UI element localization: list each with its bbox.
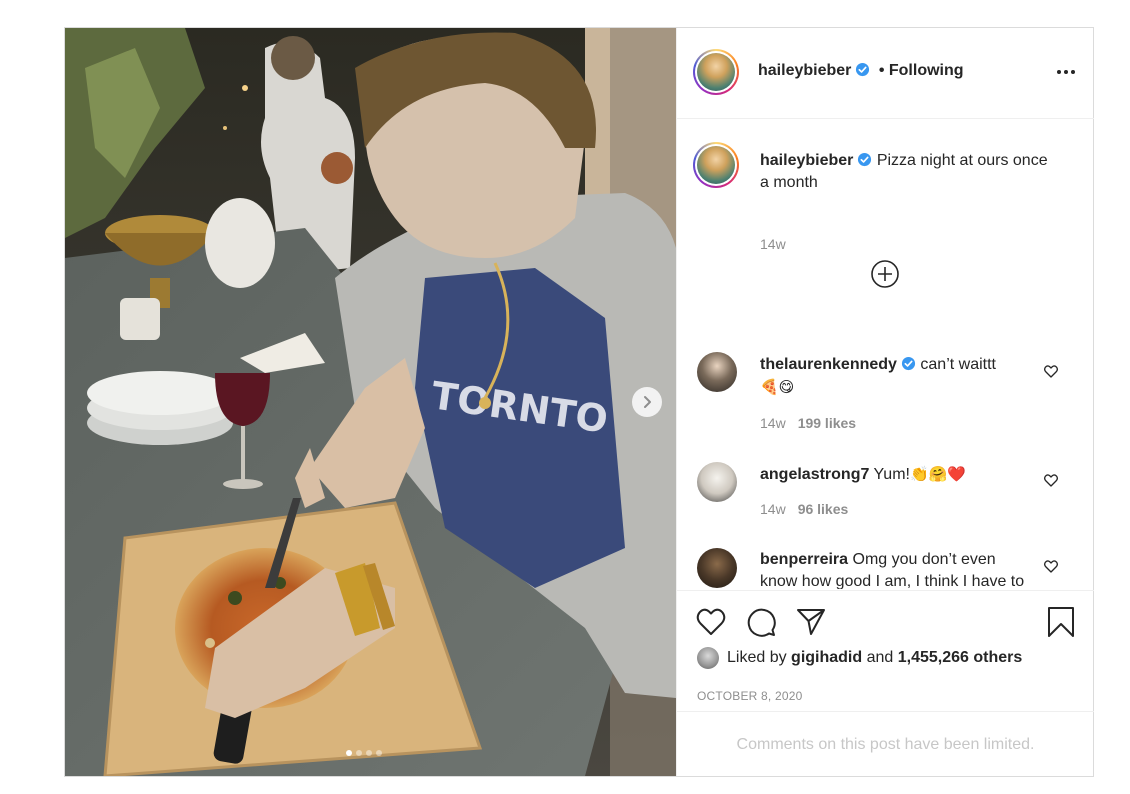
- following-status[interactable]: • Following: [879, 62, 964, 79]
- post-actions: Liked by gigihadid and 1,455,266 others …: [677, 590, 1094, 777]
- photo-illustration: TORNTO: [65, 28, 676, 776]
- share-icon[interactable]: [795, 606, 827, 638]
- comment-body: thelaurenkennedy can’t waittt 🍕😋: [760, 354, 1030, 399]
- carousel-dot: [366, 750, 372, 756]
- comment-username[interactable]: benperreira: [760, 551, 848, 568]
- caption-time[interactable]: 14w: [760, 236, 786, 252]
- heart-icon[interactable]: [1043, 558, 1059, 574]
- comment-username[interactable]: angelastrong7: [760, 466, 869, 483]
- liked-by-prefix: Liked by: [727, 649, 787, 666]
- liker-username[interactable]: gigihadid: [791, 649, 862, 667]
- caption: haileybieber Pizza night at ours once a …: [760, 150, 1060, 194]
- likes-summary: Liked by gigihadid and 1,455,266 others: [697, 647, 1022, 669]
- commenter-avatar[interactable]: [697, 352, 737, 392]
- chevron-right-icon: [644, 396, 651, 408]
- liked-by-joiner: and: [866, 649, 894, 666]
- comment-time[interactable]: 14w: [760, 415, 786, 431]
- comment-emoji: 👏🤗❤️: [909, 465, 967, 483]
- carousel-dot: [346, 750, 352, 756]
- comments-limited-notice: Comments on this post have been limited.: [677, 711, 1094, 778]
- comment-meta: 14w 96 likes: [760, 501, 848, 517]
- caption-author-avatar[interactable]: [693, 142, 739, 188]
- post-photo[interactable]: TORNTO: [65, 28, 676, 776]
- verified-badge-icon: [901, 356, 915, 371]
- carousel-dot: [356, 750, 362, 756]
- carousel-dot: [376, 750, 382, 756]
- commenter-avatar[interactable]: [697, 462, 737, 502]
- verified-badge-icon: [856, 62, 870, 77]
- post-date[interactable]: OCTOBER 8, 2020: [697, 689, 803, 703]
- comment-text: Yum!: [873, 466, 910, 483]
- caption-username[interactable]: haileybieber: [760, 152, 853, 169]
- comments-section[interactable]: haileybieber Pizza night at ours once a …: [677, 119, 1094, 589]
- comment-username[interactable]: thelaurenkennedy: [760, 356, 897, 373]
- comment-emoji: 🍕😋: [760, 378, 795, 396]
- comment-icon[interactable]: [745, 606, 777, 638]
- author-username[interactable]: haileybieber: [758, 62, 851, 79]
- post-header: haileybieber • Following: [677, 28, 1094, 119]
- comment-meta: 14w 199 likes: [760, 415, 856, 431]
- commenter-avatar[interactable]: [697, 548, 737, 588]
- carousel-indicator: [346, 750, 382, 756]
- comment-body: benperreira Omg you don’t even know how …: [760, 549, 1030, 589]
- load-more-comments-icon[interactable]: [870, 259, 900, 289]
- next-slide-button[interactable]: [632, 387, 662, 417]
- liker-avatar[interactable]: [697, 647, 719, 669]
- likes-count[interactable]: 1,455,266 others: [898, 649, 1023, 667]
- more-options-icon[interactable]: [1054, 64, 1078, 80]
- post-card: TORNTO haileybieber • Following haileybi…: [64, 27, 1094, 777]
- heart-icon[interactable]: [1043, 472, 1059, 488]
- comment-text: can’t waittt: [920, 356, 996, 373]
- verified-badge-icon: [858, 152, 872, 167]
- post-side-panel: haileybieber • Following haileybieber Pi…: [676, 28, 1094, 776]
- author-avatar[interactable]: [693, 49, 739, 95]
- comment-likes[interactable]: 199 likes: [798, 415, 856, 431]
- comment-likes[interactable]: 96 likes: [798, 501, 849, 517]
- heart-icon[interactable]: [1043, 363, 1059, 379]
- heart-icon[interactable]: [695, 606, 727, 638]
- bookmark-icon[interactable]: [1045, 606, 1077, 638]
- header-user: haileybieber • Following: [758, 62, 964, 80]
- comment-time[interactable]: 14w: [760, 501, 786, 517]
- comment-body: angelastrong7 Yum!👏🤗❤️: [760, 463, 1030, 486]
